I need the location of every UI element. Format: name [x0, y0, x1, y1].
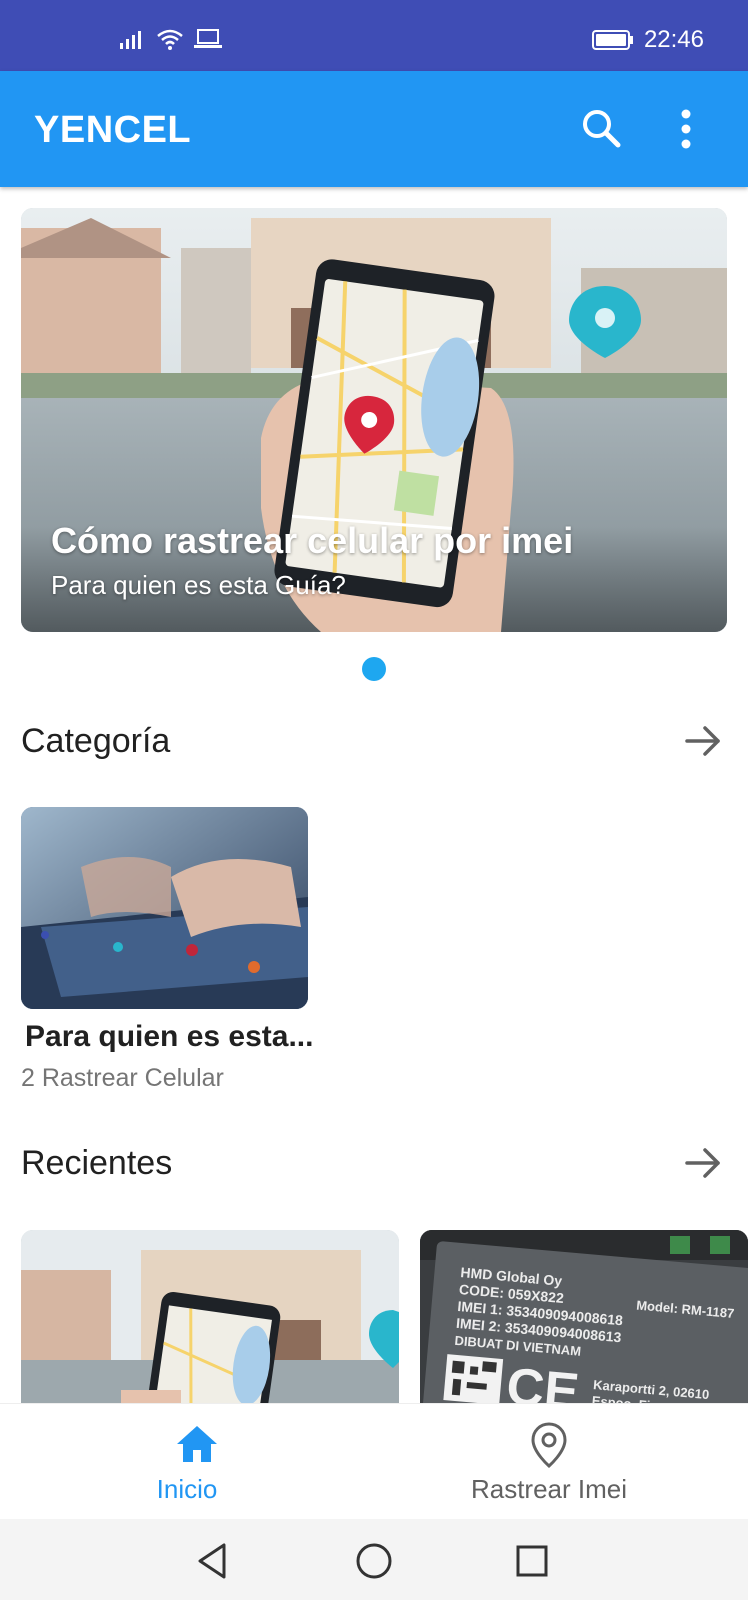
back-icon[interactable] [192, 1539, 236, 1583]
laptop-map-image [21, 807, 308, 1009]
status-icons-right: 22:46 [591, 26, 704, 54]
category-section-title: Categoría [21, 722, 171, 760]
hero-title: Cómo rastrear celular por imei [51, 520, 574, 561]
more-vert-icon[interactable] [672, 107, 700, 151]
recent-card-1[interactable] [21, 1230, 399, 1405]
location-pin-icon [531, 1422, 567, 1468]
system-navigation-bar [0, 1519, 748, 1600]
status-bar: 22:46 [0, 0, 748, 71]
hero-banner[interactable]: Cómo rastrear celular por imei Para quie… [21, 208, 727, 632]
recents-square-icon[interactable] [510, 1539, 554, 1583]
arrow-right-icon[interactable] [684, 722, 722, 760]
nav-item-inicio[interactable]: Inicio [12, 1404, 386, 1520]
nav-label-rastrear-imei: Rastrear Imei [470, 1474, 628, 1504]
ce-mark-logo: CE [504, 1358, 581, 1405]
category-card-subtitle: 2 Rastrear Celular [21, 1064, 224, 1092]
category-card-title[interactable]: Para quien es esta... [25, 1020, 313, 1054]
hero-image [21, 208, 727, 632]
status-time: 22:46 [643, 26, 704, 53]
tracking-phone-image [21, 1230, 399, 1405]
search-icon[interactable] [580, 107, 624, 151]
app-bar: YENCEL [0, 71, 748, 187]
bottom-navigation: Inicio Rastrear Imei [0, 1403, 748, 1519]
arrow-right-icon[interactable] [684, 1144, 722, 1182]
carousel-indicator-dot[interactable] [362, 657, 386, 681]
recent-section-title: Recientes [21, 1144, 173, 1182]
home-circle-icon[interactable] [352, 1539, 396, 1583]
category-card-image[interactable] [21, 807, 308, 1009]
status-icons-left [120, 28, 222, 50]
signal-icon [120, 31, 141, 49]
nav-item-rastrear-imei[interactable]: Rastrear Imei [362, 1404, 736, 1520]
battery-icon [591, 30, 633, 50]
app-title: YENCEL [34, 109, 192, 151]
recent-card-2[interactable]: HMD Global Oy CODE: 059X822 IMEI 1: 3534… [420, 1230, 748, 1405]
wifi-icon [157, 29, 183, 50]
hero-subtitle: Para quien es esta Guía? [51, 570, 346, 600]
laptop-icon [194, 29, 222, 48]
imei-label-image: HMD Global Oy CODE: 059X822 IMEI 1: 3534… [420, 1230, 748, 1405]
home-icon [177, 1426, 217, 1462]
nav-label-inicio: Inicio [156, 1474, 218, 1504]
